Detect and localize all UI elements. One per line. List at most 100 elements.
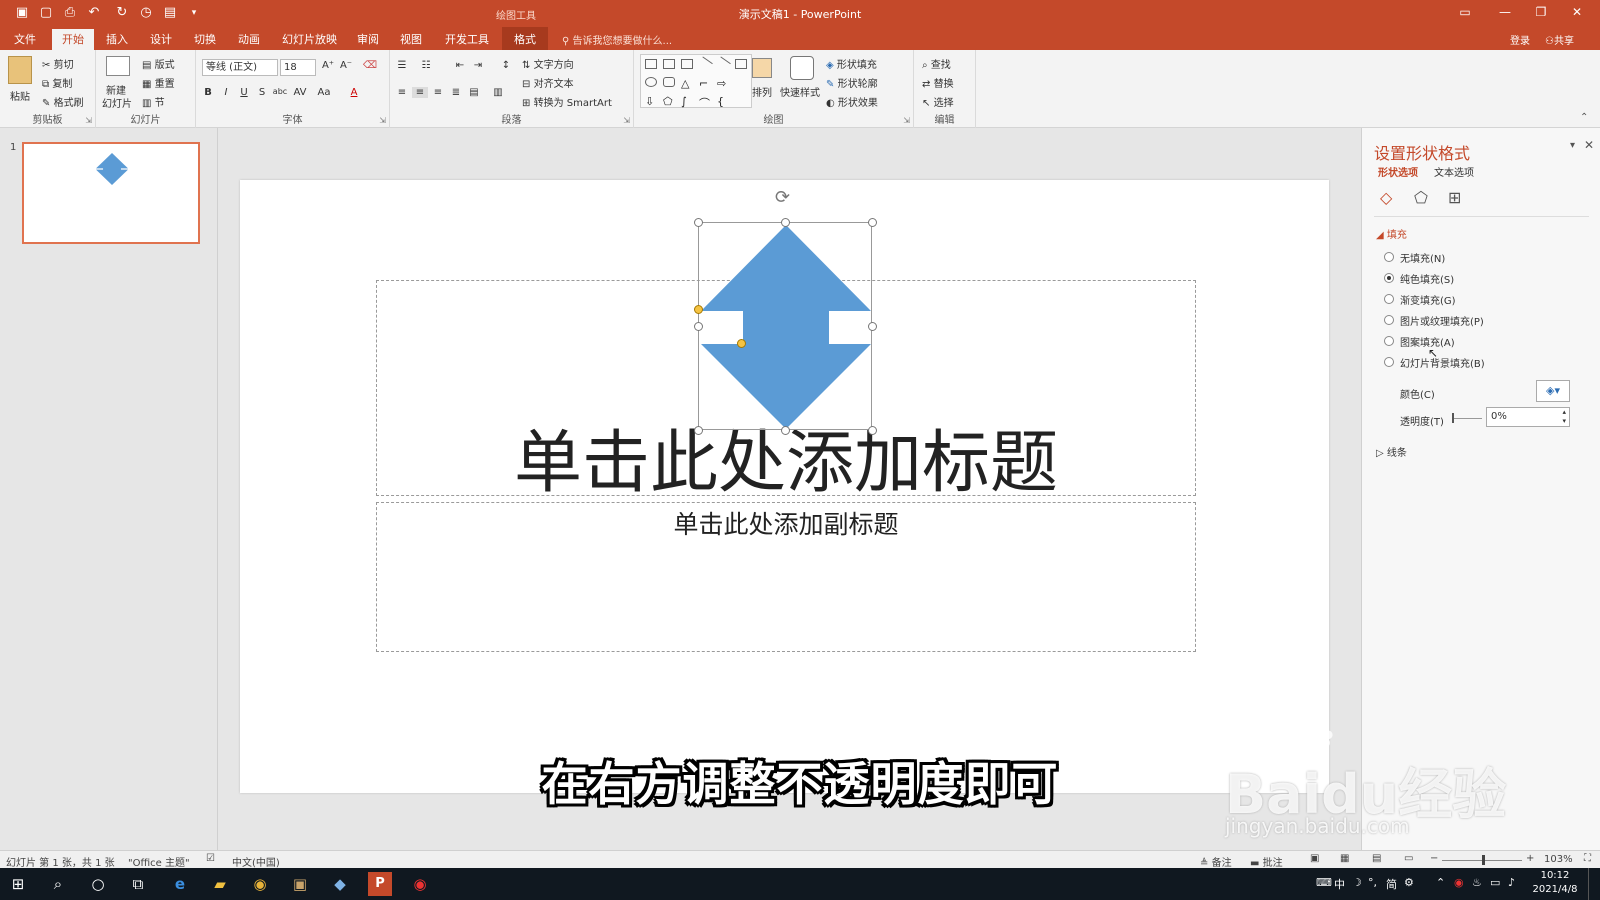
char-spacing-icon[interactable]: AV [292, 87, 308, 98]
color-picker-button[interactable]: ◈▾ [1536, 380, 1570, 402]
transparency-input[interactable]: 0% ▴ ▾ [1486, 407, 1570, 427]
shape-selection-box[interactable]: ⟳ [694, 187, 877, 435]
font-name-select[interactable]: 等线 (正文) [202, 59, 278, 76]
tab-format[interactable]: 格式 [502, 27, 548, 50]
chrome-icon[interactable]: ◉ [250, 874, 270, 894]
task-view-icon[interactable]: ⧉ [128, 874, 148, 894]
print-preview-icon[interactable]: ⎙ [62, 5, 78, 21]
line-spacing-icon[interactable]: ↕ [498, 60, 514, 71]
dialog-launcher-icon[interactable]: ⇲ [85, 116, 92, 125]
numbering-icon[interactable]: ☷ [418, 60, 434, 71]
double-arrow-shape[interactable] [699, 223, 873, 431]
transparency-slider-thumb[interactable] [1452, 413, 1454, 423]
fill-line-icon[interactable]: ◇ [1380, 188, 1392, 207]
shape-right-arrow-icon[interactable]: ⇨ [717, 77, 729, 90]
quick-styles-button[interactable]: 快速样式 [780, 84, 820, 99]
network-icon[interactable]: ▭ [1490, 876, 1500, 889]
paste-icon[interactable] [8, 56, 32, 84]
pane-options-icon[interactable]: ▾ [1570, 140, 1575, 151]
slide-thumbnail-1[interactable] [22, 142, 200, 244]
text-direction-button[interactable]: ⇅ 文字方向 [522, 56, 574, 71]
collapse-ribbon-icon[interactable]: ⌃ [1580, 112, 1588, 123]
shape-connector-icon[interactable]: ⌐ [699, 77, 711, 90]
shape-triangle-icon[interactable]: △ [681, 77, 693, 90]
start-slideshow-icon[interactable]: ◷ [138, 5, 154, 21]
tab-developer[interactable]: 开发工具 [445, 31, 489, 47]
ime-settings-icon[interactable]: ⚙ [1404, 876, 1414, 889]
app-icon-2[interactable]: ◆ [330, 874, 350, 894]
zoom-level[interactable]: 103% [1544, 854, 1573, 865]
cortana-icon[interactable]: ○ [88, 874, 108, 894]
shape-line-icon[interactable] [697, 56, 713, 72]
clock-time[interactable]: 10:12 [1530, 870, 1580, 881]
new-file-icon[interactable]: ▢ [38, 5, 54, 21]
transparency-slider[interactable] [1452, 418, 1482, 419]
edge-icon[interactable]: e [170, 874, 190, 894]
radio-picture-fill[interactable] [1384, 315, 1394, 325]
justify-icon[interactable]: ≣ [448, 87, 464, 98]
drawing-launcher-icon[interactable]: ⇲ [903, 116, 910, 125]
paste-button[interactable]: 粘贴 [10, 88, 30, 103]
shape-fill-button[interactable]: ◈ 形状填充 [826, 56, 877, 71]
normal-view-icon[interactable]: ▣ [1310, 853, 1319, 864]
shape-arrow-icon[interactable] [715, 56, 731, 72]
radio-slide-bg-fill[interactable] [1384, 357, 1394, 367]
tray-expand-icon[interactable]: ⌃ [1436, 876, 1445, 889]
tab-design[interactable]: 设计 [150, 31, 172, 47]
radio-solid-fill[interactable] [1384, 273, 1394, 283]
adjust-handle-1[interactable] [694, 305, 703, 314]
tab-slideshow[interactable]: 幻灯片放映 [282, 31, 337, 47]
radio-pattern-fill[interactable] [1384, 336, 1394, 346]
comments-button[interactable]: ▬ 批注 [1250, 854, 1283, 869]
format-painter-button[interactable]: ✎ 格式刷 [42, 94, 84, 109]
columns-icon[interactable]: ▥ [490, 87, 506, 98]
open-folder-icon[interactable]: ▤ [162, 5, 178, 21]
minimize-icon[interactable]: — [1495, 5, 1515, 19]
spinner-icon[interactable]: ▴ ▾ [1562, 408, 1566, 426]
replace-button[interactable]: ⇄ 替换 [922, 75, 954, 90]
shape-brace-icon[interactable]: { [717, 95, 729, 108]
fit-slide-icon[interactable]: ⛶ [1584, 853, 1591, 864]
pane-close-icon[interactable]: ✕ [1584, 138, 1594, 152]
spellcheck-icon[interactable]: ☑ [206, 853, 215, 864]
new-slide-icon[interactable] [106, 56, 130, 76]
strikethrough-icon[interactable]: abc [272, 87, 288, 96]
notes-button[interactable]: ≜ 备注 [1200, 854, 1232, 869]
close-window-icon[interactable]: ✕ [1567, 5, 1587, 19]
shape-textbox-v-icon[interactable] [663, 59, 675, 69]
resize-handle-n[interactable] [781, 218, 790, 227]
shape-pentagon-icon[interactable]: ⬠ [663, 95, 675, 108]
redo-icon[interactable]: ↻ [114, 5, 130, 21]
recorder-icon[interactable]: ◉ [410, 874, 430, 894]
clock-date[interactable]: 2021/4/8 [1526, 884, 1584, 895]
copy-button[interactable]: ⧉ 复制 [42, 75, 72, 90]
restore-icon[interactable]: ❐ [1531, 5, 1551, 19]
tab-transitions[interactable]: 切换 [194, 31, 216, 47]
punctuation-icon[interactable]: °, [1368, 876, 1377, 889]
arrange-button[interactable]: 排列 [752, 84, 772, 99]
moon-icon[interactable]: ☽ [1352, 876, 1362, 889]
shape-rounded-rect-icon[interactable] [663, 77, 675, 87]
powerpoint-taskbar-icon[interactable]: P [368, 872, 392, 896]
line-section[interactable]: ▷ 线条 [1376, 444, 1407, 459]
tab-text-options[interactable]: 文本选项 [1434, 164, 1474, 179]
section-button[interactable]: ▥ 节 [142, 94, 165, 109]
fill-section[interactable]: ◢ 填充 [1376, 226, 1407, 241]
size-properties-icon[interactable]: ⊞ [1448, 188, 1461, 207]
ime-mode[interactable]: 中 [1334, 876, 1345, 892]
distributed-icon[interactable]: ▤ [466, 87, 482, 98]
bullets-icon[interactable]: ☰ [394, 60, 410, 71]
decrease-font-icon[interactable]: A⁻ [338, 60, 354, 71]
shape-oval-icon[interactable] [645, 77, 657, 87]
shape-frame-icon[interactable] [681, 59, 693, 69]
resize-handle-sw[interactable] [694, 426, 703, 435]
shape-rect-icon[interactable] [735, 59, 747, 69]
paragraph-launcher-icon[interactable]: ⇲ [623, 116, 630, 125]
cut-button[interactable]: ✂ 剪切 [42, 56, 74, 71]
increase-font-icon[interactable]: A⁺ [320, 60, 336, 71]
customize-toolbar-icon[interactable]: ▾ [186, 5, 202, 21]
adjust-handle-2[interactable] [737, 339, 746, 348]
search-icon[interactable]: ⌕ [48, 874, 68, 894]
file-explorer-icon[interactable]: ▰ [210, 874, 230, 894]
login-link[interactable]: 登录 [1510, 32, 1530, 47]
